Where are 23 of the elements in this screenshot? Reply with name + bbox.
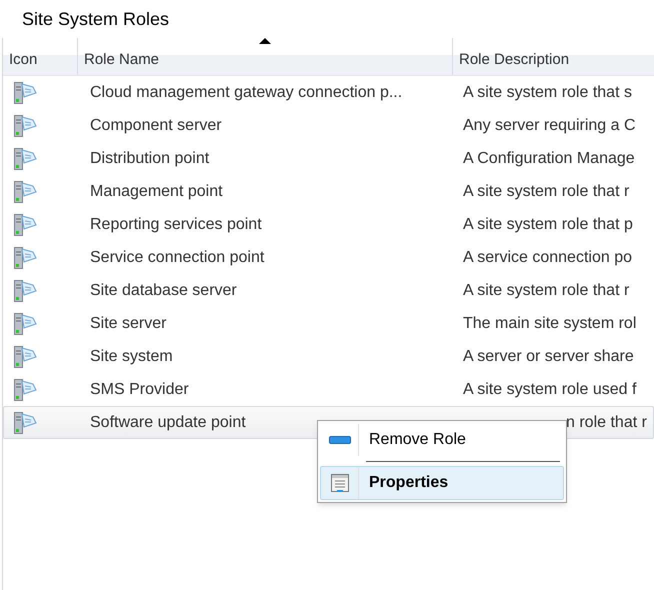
role-description: A site system role that s [463, 84, 632, 100]
role-description: A site system role that r [463, 182, 630, 200]
role-description: Any server requiring a C [463, 116, 636, 134]
role-name: Site server [89, 314, 168, 334]
role-name: Site system [89, 346, 174, 366]
role-name: Distribution point [89, 148, 210, 168]
role-description: A server or server share [463, 348, 634, 364]
role-description: A site system role that r [463, 282, 630, 298]
panel-title: Site System Roles [22, 9, 170, 29]
role-description: A Configuration Manage [463, 150, 635, 166]
role-name: Service connection point [89, 248, 266, 268]
role-description: A service connection po [463, 248, 632, 266]
role-name: Site database server [89, 280, 238, 300]
role-description: The main site system rol [463, 314, 636, 332]
role-name: SMS Provider [89, 380, 190, 400]
role-name: Component server [89, 116, 223, 136]
role-name: Management point [89, 182, 224, 202]
role-name: Software update point [89, 412, 247, 432]
role-description: A site system role that p [463, 216, 633, 232]
role-description: A site system role used f [463, 380, 636, 398]
role-description: n role that r [566, 414, 647, 430]
role-name: Reporting services point [89, 214, 263, 234]
role-name: Cloud management gateway connection p... [89, 82, 404, 102]
